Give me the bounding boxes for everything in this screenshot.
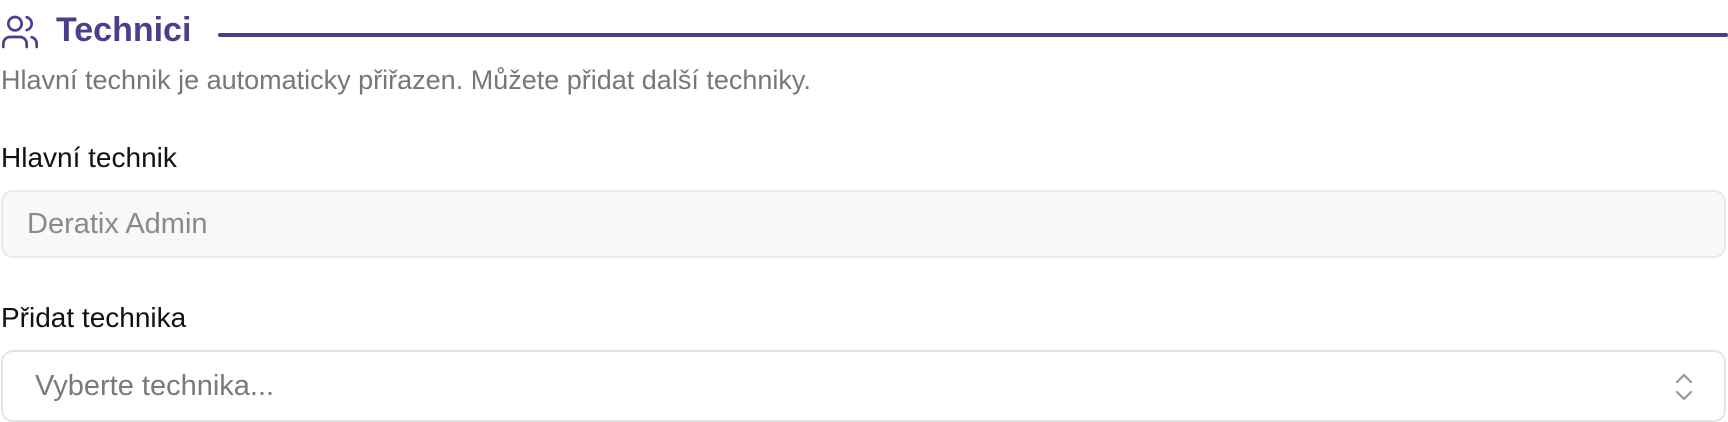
- main-technician-value: Deratix Admin: [27, 208, 208, 240]
- main-technician-label: Hlavní technik: [1, 142, 177, 173]
- add-technician-placeholder: Vyberte technika...: [35, 370, 275, 402]
- chevron-up-down-icon: [1672, 370, 1696, 404]
- header-divider: [218, 33, 1728, 37]
- main-technician-field: Deratix Admin: [1, 190, 1726, 258]
- technicians-section: Technici Hlavní technik je automaticky p…: [0, 0, 1728, 422]
- section-hint: Hlavní technik je automaticky přiřazen. …: [1, 65, 811, 95]
- users-icon: [0, 12, 40, 52]
- section-header: Technici: [0, 6, 1728, 50]
- add-technician-label: Přidat technika: [1, 302, 187, 333]
- add-technician-select[interactable]: Vyberte technika...: [1, 350, 1726, 422]
- section-title: Technici: [56, 11, 192, 49]
